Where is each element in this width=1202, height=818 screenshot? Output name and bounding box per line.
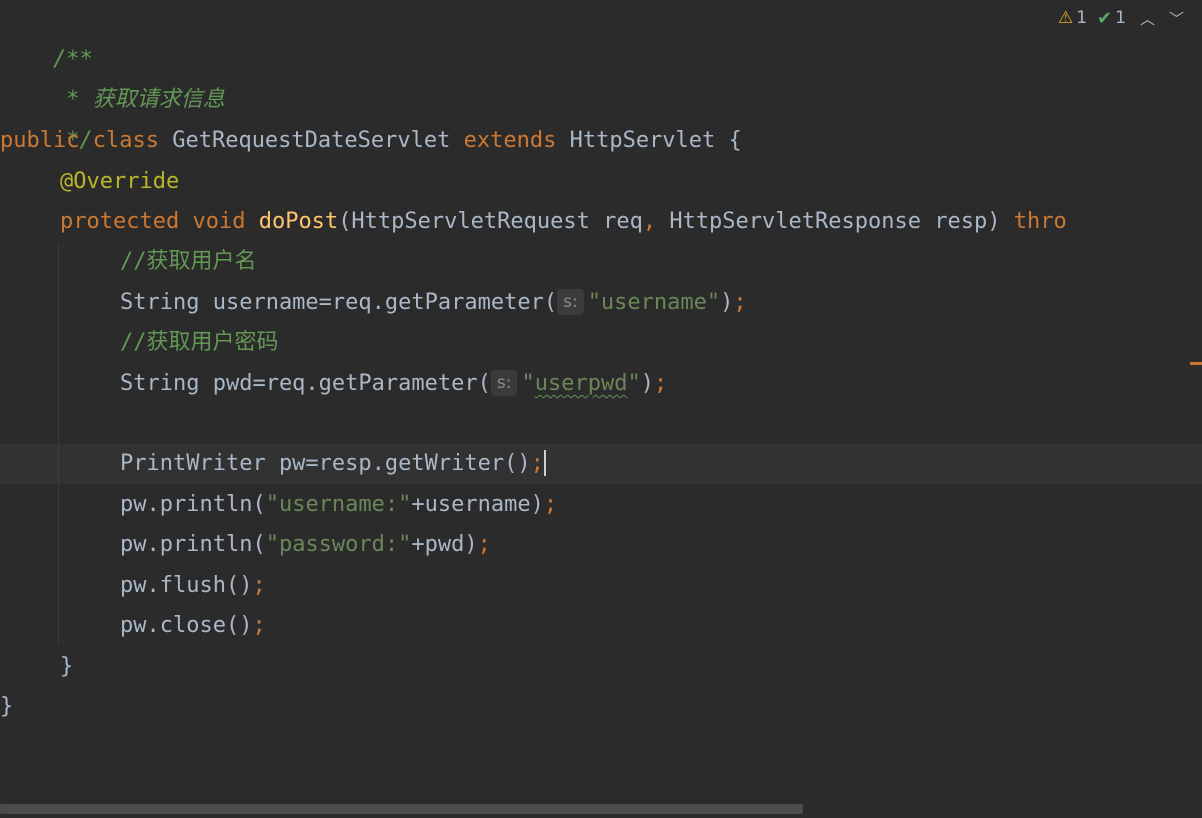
keyword-class: class [92,128,159,153]
code-line[interactable]: protected void doPost(HttpServletRequest… [60,202,1067,242]
code-line[interactable]: String username=req.getParameter(s: "user… [120,283,747,323]
semicolon: ; [733,290,747,315]
string-quote: " [627,371,641,396]
code-line[interactable]: pw.flush(); [120,566,266,606]
semicolon: ; [543,492,558,517]
indent-guide [58,244,59,644]
code-editor[interactable]: ⚠ 1 ✔ 1 ︿ ﹀ /** * 获取请求信息 */ public class… [0,0,1202,818]
method-name: doPost [258,209,339,234]
string-username: "username" [587,290,721,315]
horizontal-scrollbar[interactable] [0,804,803,814]
close-paren: ) [720,290,734,315]
code-line[interactable]: pw.println("username:"+username); [120,485,557,525]
flush-call: pw.flush() [120,573,253,598]
semicolon: ; [477,532,491,557]
code-line[interactable]: pw.println("password:"+pwd); [120,525,491,565]
code-line[interactable]: public class GetRequestDateServlet exten… [0,121,742,161]
code-line[interactable]: pw.close(); [120,606,266,646]
code-line[interactable]: * 获取请求信息 [0,40,225,112]
code-line[interactable]: } [0,687,13,727]
method-close-brace: } [60,654,74,679]
code-line[interactable]: } [60,647,73,687]
println-args: +pwd) [411,532,478,557]
error-stripe-marker[interactable] [1190,362,1202,365]
method-params-2: HttpServletResponse resp) [656,209,1014,234]
code-line[interactable]: //获取用户密码 [120,323,279,363]
text-caret [543,450,546,476]
warnings-indicator[interactable]: ⚠ 1 [1058,8,1087,28]
chevron-up-icon[interactable]: ︿ [1140,8,1155,29]
code-line[interactable]: */ [0,81,93,153]
username-statement: String username=req.getParameter( [120,290,558,315]
keyword-throws: thro [1013,209,1067,234]
println-call: pw.println( [120,532,266,557]
class-name: GetRequestDateServlet [172,128,451,153]
close-call: pw.close() [120,613,253,638]
code-line[interactable]: /** [0,0,93,72]
code-line-current[interactable]: PrintWriter pw=resp.getWriter(); [120,444,546,484]
override-annotation: @Override [60,169,180,194]
writer-statement: PrintWriter pw=resp.getWriter() [120,451,531,476]
semicolon: ; [653,371,668,396]
comment-get-username: //获取用户名 [120,249,257,274]
chevron-down-icon[interactable]: ﹀ [1169,8,1184,29]
super-class-name: HttpServlet [569,128,716,153]
keyword-extends: extends [463,128,557,153]
code-line[interactable]: //获取用户名 [120,242,257,282]
close-paren: ) [640,371,654,396]
warnings-count: 1 [1076,8,1088,28]
println-call: pw.println( [120,492,266,517]
code-line[interactable]: String pwd=req.getParameter(s: "userpwd")… [120,364,667,404]
semicolon: ; [530,451,544,476]
weak-warnings-indicator[interactable]: ✔ 1 [1097,8,1126,29]
double-check-icon: ✔ [1097,7,1113,29]
inspection-widget[interactable]: ⚠ 1 ✔ 1 ︿ ﹀ [1048,6,1184,30]
string-username-label: "username:" [265,492,412,517]
warning-triangle-icon: ⚠ [1057,8,1074,28]
string-password-label: "password:" [265,532,412,557]
method-params-1: (HttpServletRequest req [338,209,643,234]
keyword-public: public [0,128,80,153]
keyword-protected: protected [60,209,180,234]
string-userpwd-typo[interactable]: userpwd [535,371,628,396]
params-comma: , [642,209,657,234]
string-quote: " [521,371,535,396]
param-hint-s: s: [490,370,518,396]
comment-get-password: //获取用户密码 [120,330,279,355]
println-args: +username) [411,492,544,517]
class-open-brace: { [728,128,742,153]
keyword-void: void [192,209,246,234]
semicolon: ; [252,573,266,598]
pwd-statement: String pwd=req.getParameter( [120,371,491,396]
code-line[interactable]: @Override [60,162,179,202]
weak-warnings-count: 1 [1115,8,1126,28]
param-hint-s: s: [557,289,584,315]
semicolon: ; [252,613,266,638]
class-close-brace: } [0,694,14,719]
